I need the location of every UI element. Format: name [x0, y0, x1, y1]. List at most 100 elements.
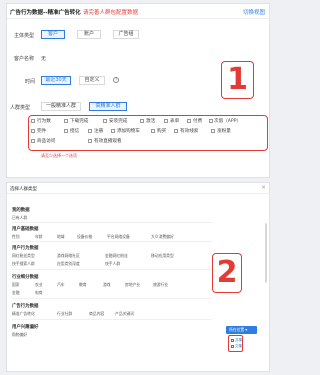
crowd-option[interactable]: 游戏网络社区: [57, 253, 80, 259]
intersection-option[interactable]: 交集: [231, 344, 242, 349]
union-label: 并集: [235, 338, 243, 342]
behavior-checkbox[interactable]: [209, 119, 213, 123]
section-title: 广告行为数据: [12, 304, 39, 309]
crowd-option[interactable]: 购物偏好: [12, 332, 27, 338]
crowd-option[interactable]: 已有人群: [12, 215, 27, 221]
crowd-option[interactable]: 移动应用类型: [151, 253, 174, 259]
crowd-option[interactable]: 性别: [12, 234, 20, 240]
behavior-checkbox[interactable]: [164, 119, 168, 123]
crowd-option[interactable]: 游戏: [103, 282, 111, 288]
annotation-number-1: 1: [227, 62, 248, 97]
warning-text: 请完善人群包配置数据: [83, 10, 139, 16]
behavior-checkbox[interactable]: [111, 129, 115, 133]
crowd-option[interactable]: 快手搜索人群: [12, 261, 35, 267]
ad-behavior-panel: 广告行为数据--精准广告转化 请完善人群包配置数据 切换视图 主体类型 客户 账…: [6, 3, 270, 178]
customer-name-value: 无: [41, 56, 47, 62]
behavior-checkbox[interactable]: [64, 119, 68, 123]
divider: [12, 269, 212, 270]
crowd-option[interactable]: 电商: [35, 290, 43, 296]
crowd-option[interactable]: 国家: [12, 282, 20, 288]
divider: [12, 241, 212, 242]
help-icon[interactable]: ?: [113, 77, 119, 83]
crowd-option[interactable]: 商品内容: [89, 311, 104, 317]
behavior-option[interactable]: 完件: [37, 128, 46, 134]
behavior-option[interactable]: 授信: [70, 128, 79, 134]
panel-title: 广告行为数据--精准广告转化: [10, 10, 81, 16]
behavior-checkbox[interactable]: [103, 119, 107, 123]
crowd-option[interactable]: 产品关键词: [115, 311, 134, 317]
close-icon[interactable]: ×: [261, 184, 266, 191]
behavior-checkbox[interactable]: [31, 119, 35, 123]
crowd-option[interactable]: 设备价格: [77, 234, 92, 240]
divider: [12, 319, 212, 320]
crowd-option[interactable]: 网红粉丝类型: [12, 253, 35, 259]
subject-type-adgroup-button[interactable]: 广告组: [113, 30, 139, 39]
behavior-option[interactable]: 激活: [146, 118, 155, 124]
crowd-option[interactable]: 金融: [12, 290, 20, 296]
behavior-checkbox[interactable]: [31, 139, 35, 143]
behavior-option[interactable]: 商品访问: [37, 138, 55, 144]
switch-view-link[interactable]: 切换视图: [243, 8, 265, 16]
behavior-checkbox[interactable]: [88, 139, 92, 143]
scrollbar[interactable]: [265, 223, 267, 283]
position-dropdown-button[interactable]: 所在位置 ▾: [226, 326, 257, 334]
behavior-option[interactable]: 安装完成: [109, 118, 127, 124]
behavior-option[interactable]: 注册: [94, 128, 103, 134]
validation-hint: 请至少选择一个选项: [41, 153, 77, 158]
crowd-option[interactable]: 应用类别深度: [57, 261, 80, 267]
behavior-checkbox[interactable]: [64, 129, 68, 133]
behavior-option[interactable]: 付费: [193, 118, 202, 124]
crowd-option[interactable]: 房地产业: [125, 282, 140, 288]
crowd-general-button[interactable]: 一般精准人群: [41, 102, 81, 111]
time-label: 时间: [25, 79, 36, 85]
section-title: 我的数据: [12, 208, 30, 213]
dialog-title: 选择人群类型: [10, 187, 37, 192]
crowd-option[interactable]: 年龄: [35, 234, 43, 240]
divider: [12, 298, 212, 299]
crowd-option[interactable]: 平台网络设备: [107, 234, 130, 240]
crowd-option[interactable]: 大众消费偏好: [151, 234, 174, 240]
behavior-option[interactable]: 有效线索: [180, 128, 198, 134]
crowd-option[interactable]: 精准广告转化: [12, 311, 35, 317]
crowd-option[interactable]: 农业: [35, 282, 43, 288]
intersection-label: 交集: [235, 344, 243, 348]
behavior-option[interactable]: 行为数: [37, 118, 51, 124]
crowd-option[interactable]: 汽车: [57, 282, 65, 288]
crowd-option[interactable]: 快手人群: [105, 261, 120, 267]
behavior-checkbox[interactable]: [151, 129, 155, 133]
behavior-option[interactable]: 次留（APP）: [214, 118, 241, 124]
behavior-option[interactable]: 有效直播观看: [94, 138, 122, 144]
behavior-option[interactable]: 购买: [157, 128, 166, 134]
behavior-checkbox[interactable]: [187, 119, 191, 123]
annotation-box-merge-options: 并集 交集: [228, 335, 243, 352]
crowd-option[interactable]: 行业社群: [57, 311, 72, 317]
customer-name-label: 客户名称: [14, 56, 35, 62]
crowd-option[interactable]: 教育: [79, 282, 87, 288]
behavior-checkbox[interactable]: [211, 129, 215, 133]
crowd-high-precision-button[interactable]: 高精准人群: [89, 102, 127, 111]
behavior-option[interactable]: 表单: [170, 118, 179, 124]
union-option[interactable]: 并集: [231, 338, 242, 343]
crowd-option[interactable]: 旅游行业: [153, 282, 168, 288]
behavior-checkbox[interactable]: [140, 119, 144, 123]
panel-header: 广告行为数据--精准广告转化 请完善人群包配置数据 切换视图: [7, 4, 269, 19]
behavior-option[interactable]: 涨粉量: [217, 128, 231, 134]
divider: [12, 222, 212, 223]
crowd-option[interactable]: 金融网红粉丝: [105, 253, 128, 259]
time-last30-button[interactable]: 最近30天: [41, 76, 71, 85]
section-title: 用户兴趣偏好: [12, 325, 39, 330]
dialog-header: 选择人群类型 ×: [7, 183, 269, 194]
subject-type-label: 主体类型: [14, 33, 35, 39]
behavior-checkbox[interactable]: [31, 129, 35, 133]
time-custom-button[interactable]: 自定义: [79, 76, 105, 85]
crowd-type-label: 人群类型: [10, 105, 31, 111]
behavior-checkbox[interactable]: [174, 129, 178, 133]
subject-type-customer-button[interactable]: 客户: [41, 30, 65, 39]
subject-type-account-button[interactable]: 账户: [77, 30, 101, 39]
crowd-option[interactable]: 地域: [57, 234, 65, 240]
behavior-option[interactable]: 下载完成: [70, 118, 88, 124]
behavior-option[interactable]: 添加购物车: [117, 128, 140, 134]
annotation-number-2: 2: [216, 255, 238, 290]
checkbox-icon: [231, 344, 234, 348]
behavior-checkbox[interactable]: [88, 129, 92, 133]
